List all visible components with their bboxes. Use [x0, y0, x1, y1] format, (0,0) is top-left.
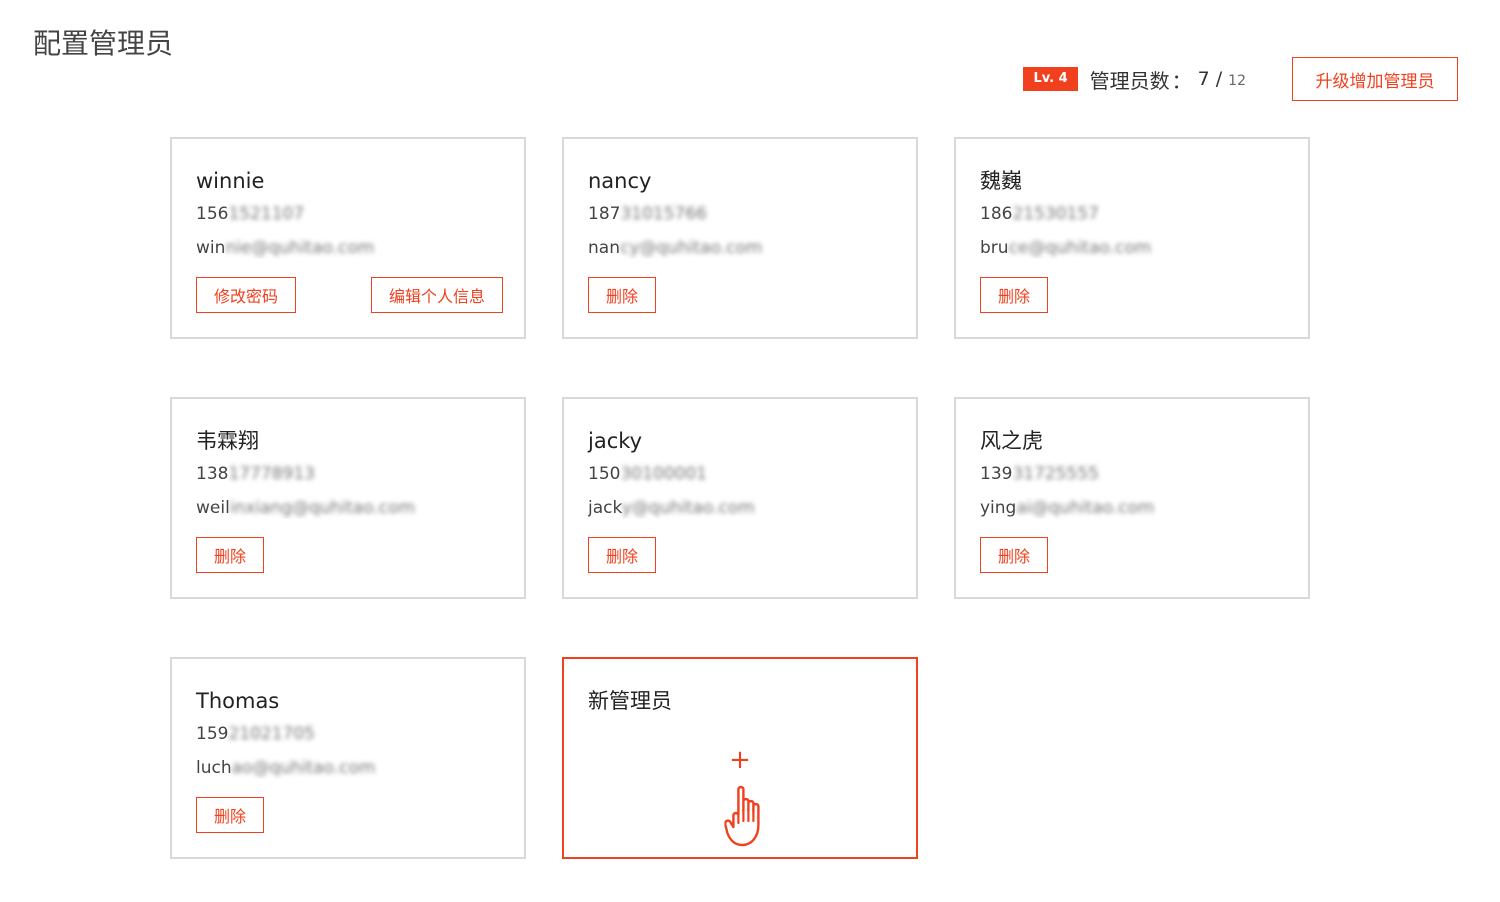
admin-phone: 18621530157	[980, 203, 1284, 225]
admin-email: weilinxiang@quhitao.com	[196, 497, 500, 519]
admin-email-masked: cy@quhitao.com	[619, 238, 763, 258]
plus-icon: +	[729, 745, 751, 775]
admin-email-visible: jack	[588, 498, 622, 518]
admin-quota-bar: Lv. 4 管理员数 ： 7 / 12 升级增加管理员	[1023, 57, 1458, 101]
admin-phone-visible: 139	[980, 464, 1013, 484]
delete-button[interactable]: 删除	[980, 537, 1049, 573]
admin-email-visible: win	[196, 238, 226, 258]
admin-email: yingai@quhitao.com	[980, 497, 1284, 519]
admin-email-visible: ying	[980, 498, 1017, 518]
admin-email-masked: inxiang@quhitao.com	[229, 498, 416, 518]
admin-card: 韦霖翔 13817778913 weilinxiang@quhitao.com …	[170, 397, 526, 599]
admin-email: bruce@quhitao.com	[980, 237, 1284, 259]
admin-phone-masked: 31015766	[620, 204, 707, 224]
admin-card: winnie 1561521107 winnie@quhitao.com 修改密…	[170, 137, 526, 339]
page-title: 配置管理员	[33, 27, 174, 60]
admin-email-masked: nie@quhitao.com	[225, 238, 375, 258]
admin-phone-visible: 186	[980, 204, 1013, 224]
level-badge: Lv. 4	[1023, 67, 1078, 91]
admin-phone-visible: 138	[196, 464, 229, 484]
admin-card-actions: 删除	[588, 277, 895, 313]
admin-email-masked: ao@quhitao.com	[231, 758, 376, 778]
admin-card-actions: 删除	[980, 537, 1287, 573]
admin-email-masked: y@quhitao.com	[621, 498, 755, 518]
delete-button[interactable]: 删除	[980, 277, 1049, 313]
admin-card-actions: 删除	[196, 537, 503, 573]
admin-phone-masked: 31725555	[1012, 464, 1099, 484]
admin-card: 风之虎 13931725555 yingai@quhitao.com 删除	[954, 397, 1310, 599]
admin-email-visible: luch	[196, 758, 232, 778]
change-password-button[interactable]: 修改密码	[196, 277, 297, 313]
admin-phone-masked: 30100001	[620, 464, 707, 484]
admin-name: 韦霖翔	[196, 429, 259, 453]
admin-count-slash: /	[1215, 68, 1223, 90]
admin-phone-masked: 21530157	[1012, 204, 1099, 224]
upgrade-admin-button[interactable]: 升级增加管理员	[1292, 57, 1458, 101]
edit-profile-button[interactable]: 编辑个人信息	[370, 277, 503, 313]
admin-phone: 15921021705	[196, 723, 500, 745]
admin-card-actions: 删除	[980, 277, 1287, 313]
delete-button[interactable]: 删除	[196, 537, 265, 573]
admin-phone-visible: 156	[196, 204, 229, 224]
new-admin-label: 新管理员	[588, 689, 672, 713]
admin-email-masked: ce@quhitao.com	[1008, 238, 1152, 258]
add-admin-card[interactable]: 新管理员 +	[562, 657, 918, 859]
admin-card: jacky 15030100001 jacky@quhitao.com 删除	[562, 397, 918, 599]
admin-card-actions: 修改密码 编辑个人信息	[196, 277, 503, 313]
admin-email-visible: weil	[196, 498, 230, 518]
admin-card-actions: 删除	[588, 537, 895, 573]
admin-email-masked: ai@quhitao.com	[1016, 498, 1155, 518]
admin-card: 魏巍 18621530157 bruce@quhitao.com 删除	[954, 137, 1310, 339]
admin-phone-visible: 187	[588, 204, 621, 224]
admin-phone: 1561521107	[196, 203, 500, 225]
admin-name: nancy	[588, 169, 652, 193]
admin-name: winnie	[196, 169, 265, 193]
admin-card: nancy 18731015766 nancy@quhitao.com 删除	[562, 137, 918, 339]
admin-phone-visible: 150	[588, 464, 621, 484]
admin-email-visible: bru	[980, 238, 1009, 258]
admin-card: Thomas 15921021705 luchao@quhitao.com 删除	[170, 657, 526, 859]
admin-count-total: 12	[1228, 73, 1246, 89]
admin-phone-masked: 17778913	[228, 464, 315, 484]
delete-button[interactable]: 删除	[196, 797, 265, 833]
hand-pointer-icon	[724, 785, 760, 847]
admin-phone: 18731015766	[588, 203, 892, 225]
admin-card-grid: winnie 1561521107 winnie@quhitao.com 修改密…	[170, 137, 1310, 859]
admin-email: winnie@quhitao.com	[196, 237, 500, 259]
admin-card-actions: 删除	[196, 797, 503, 833]
admin-phone-visible: 159	[196, 724, 229, 744]
admin-phone: 15030100001	[588, 463, 892, 485]
admin-email: jacky@quhitao.com	[588, 497, 892, 519]
admin-phone-masked: 1521107	[228, 204, 305, 224]
admin-name: 风之虎	[980, 429, 1043, 453]
delete-button[interactable]: 删除	[588, 537, 657, 573]
admin-email: luchao@quhitao.com	[196, 757, 500, 779]
admin-phone: 13931725555	[980, 463, 1284, 485]
admin-phone: 13817778913	[196, 463, 500, 485]
admin-name: Thomas	[196, 689, 280, 713]
admin-count-used: 7	[1197, 68, 1210, 90]
admin-name: 魏巍	[980, 169, 1022, 193]
admin-phone-masked: 21021705	[228, 724, 315, 744]
admin-name: jacky	[588, 429, 643, 453]
admin-count-separator: ：	[1171, 68, 1192, 93]
delete-button[interactable]: 删除	[588, 277, 657, 313]
admin-count-label: 管理员数	[1089, 68, 1170, 93]
admin-email: nancy@quhitao.com	[588, 237, 892, 259]
admin-email-visible: nan	[588, 238, 620, 258]
